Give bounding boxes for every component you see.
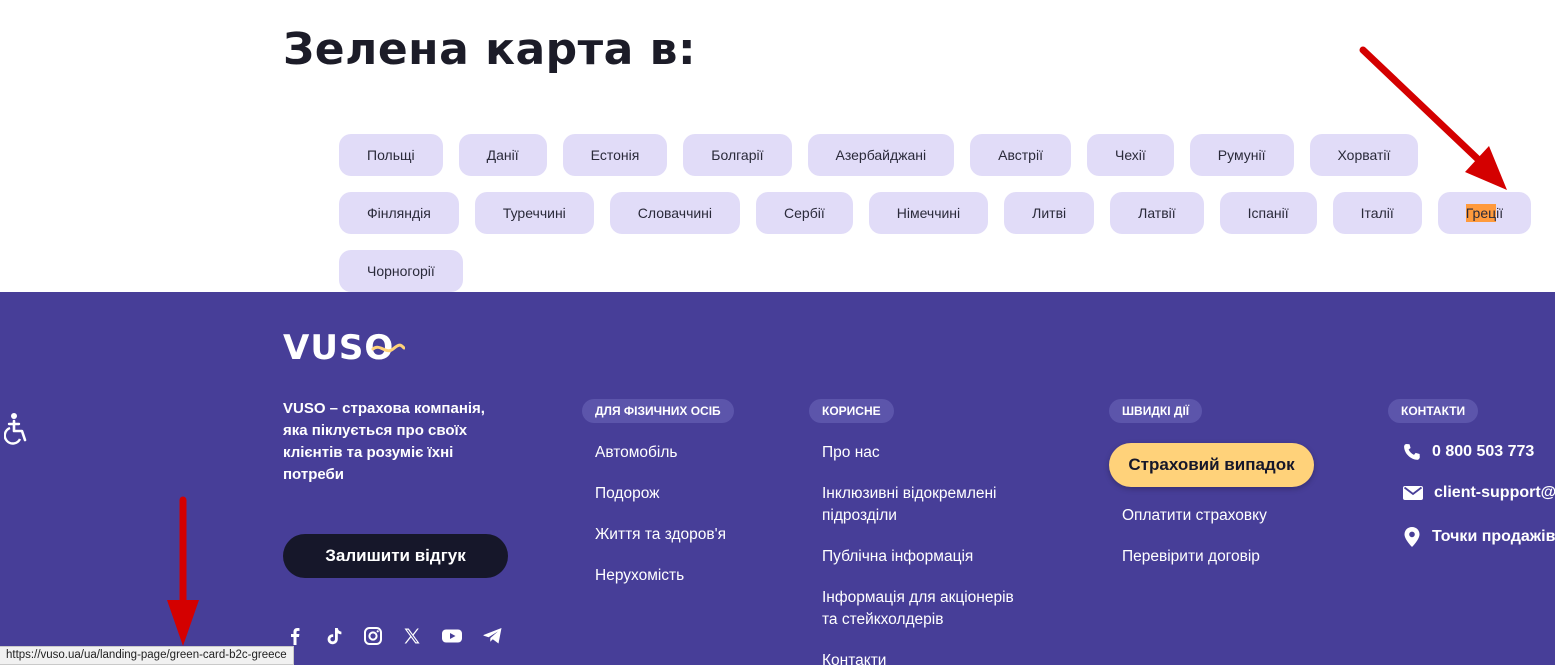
footer-link-check-contract[interactable]: Перевірити договір xyxy=(1122,546,1260,568)
footer-link-shareholders-2[interactable]: та стейкхолдерів xyxy=(822,609,943,631)
country-chip[interactable]: Польщі xyxy=(339,134,443,176)
accessibility-icon[interactable] xyxy=(3,412,30,451)
individuals-badge: ДЛЯ ФІЗИЧНИХ ОСІБ xyxy=(582,399,734,423)
tiktok-icon[interactable] xyxy=(324,626,344,646)
instagram-icon[interactable] xyxy=(363,626,383,646)
country-chip-rest: ії xyxy=(1496,205,1504,221)
search-highlight: Грец xyxy=(1465,204,1497,222)
country-chip[interactable]: Італії xyxy=(1332,192,1422,234)
country-chip[interactable]: Австрії xyxy=(970,134,1071,176)
phone-icon xyxy=(1404,444,1420,460)
footer-link-pay[interactable]: Оплатити страховку xyxy=(1122,505,1267,527)
footer-link-contacts[interactable]: Контакти xyxy=(822,650,886,665)
chip-row-3: Чорногорії xyxy=(339,250,1555,292)
country-chip[interactable]: Чорногорії xyxy=(339,250,463,292)
country-chip[interactable]: Азербайджані xyxy=(807,134,955,176)
company-description: VUSO – страхова компанія, яка піклується… xyxy=(283,400,485,483)
contacts-badge: КОНТАКТИ xyxy=(1388,399,1479,423)
country-chip[interactable]: Румунії xyxy=(1189,134,1294,176)
mail-icon xyxy=(1403,486,1423,500)
red-arrow-bottom-left xyxy=(167,496,199,646)
useful-badge: КОРИСНЕ xyxy=(809,399,894,423)
leave-feedback-button[interactable]: Залишити відгук xyxy=(283,534,508,578)
country-chip[interactable]: Чехії xyxy=(1086,134,1174,176)
social-links xyxy=(285,626,504,646)
footer-link-travel[interactable]: Подорож xyxy=(595,483,660,505)
facebook-icon[interactable] xyxy=(285,626,305,646)
chip-row-2: Фінляндія Туреччині Словаччині Сербії Ні… xyxy=(339,192,1555,234)
country-chip[interactable]: Фінляндія xyxy=(339,192,459,234)
contact-email[interactable]: client-support@ xyxy=(1402,484,1555,502)
footer-link-inclusive[interactable]: Інклюзивні відокремлені xyxy=(822,483,997,505)
footer-link-property[interactable]: Нерухомість xyxy=(595,565,684,587)
country-chip[interactable]: Естонія xyxy=(562,134,668,176)
points-of-sale: Точки продажів xyxy=(1432,528,1555,545)
footer-link-life-health[interactable]: Життя та здоров'я xyxy=(595,524,726,546)
footer-link-shareholders[interactable]: Інформація для акціонерів xyxy=(822,587,1014,609)
location-pin-icon xyxy=(1404,527,1420,547)
insurance-claim-button[interactable]: Страховий випадок xyxy=(1109,443,1314,487)
site-footer: VUSO VUSO – страхова компанія, яка піклу… xyxy=(0,292,1555,665)
country-chip[interactable]: Латвії xyxy=(1110,192,1204,234)
footer-link-inclusive-2[interactable]: підрозділи xyxy=(822,505,897,527)
youtube-icon[interactable] xyxy=(441,626,463,646)
logo-wave-icon xyxy=(371,343,405,353)
country-chip[interactable]: Литві xyxy=(1004,192,1095,234)
countries-section: Зелена карта в: Польщі Данії Естонія Бол… xyxy=(0,0,1555,292)
country-chip[interactable]: Німеччині xyxy=(868,192,989,234)
footer-link-public-info[interactable]: Публічна інформація xyxy=(822,546,973,568)
contact-phone[interactable]: 0 800 503 773 xyxy=(1402,442,1534,462)
footer-link-car[interactable]: Автомобіль xyxy=(595,442,678,464)
quick-actions-badge: ШВИДКІ ДІЇ xyxy=(1109,399,1203,423)
country-chip[interactable]: Болгарії xyxy=(683,134,792,176)
page-title: Зелена карта в: xyxy=(283,24,697,75)
contact-points-of-sale[interactable]: Точки продажів xyxy=(1402,526,1555,548)
telegram-icon[interactable] xyxy=(482,626,504,646)
email-address: client-support@ xyxy=(1434,484,1555,501)
footer-link-about[interactable]: Про нас xyxy=(822,442,880,464)
browser-status-url: https://vuso.ua/ua/landing-page/green-ca… xyxy=(0,646,294,665)
country-chip-greece[interactable]: Грец ії xyxy=(1437,192,1532,234)
country-chip[interactable]: Данії xyxy=(458,134,547,176)
country-chip[interactable]: Туреччині xyxy=(474,192,594,234)
country-chip[interactable]: Словаччині xyxy=(609,192,741,234)
phone-number: 0 800 503 773 xyxy=(1432,443,1535,460)
country-chip[interactable]: Іспанії xyxy=(1219,192,1317,234)
x-icon[interactable] xyxy=(402,626,422,646)
country-chip[interactable]: Сербії xyxy=(756,192,853,234)
red-arrow-top-right xyxy=(1359,46,1507,190)
